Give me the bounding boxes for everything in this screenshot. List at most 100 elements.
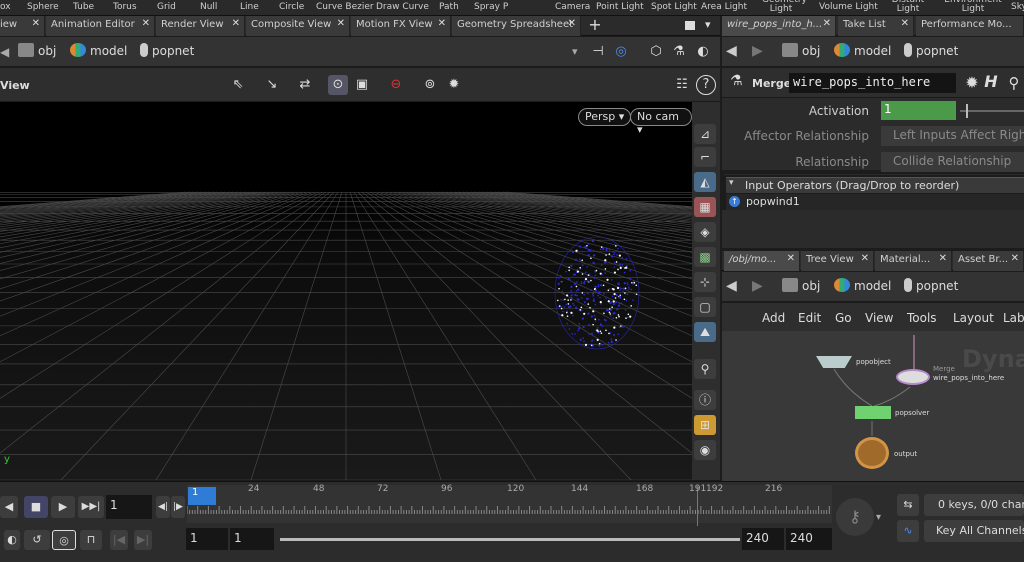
- shelf-light-spot[interactable]: Spot Light: [651, 2, 697, 12]
- shelf-tool-curve-bezier[interactable]: Curve Bezier: [316, 2, 374, 12]
- range-icon[interactable]: ⊓: [80, 530, 102, 550]
- point-display-icon[interactable]: ⊹: [694, 272, 716, 292]
- flipbook-icon[interactable]: ⊚: [420, 75, 440, 95]
- shelf-light-area[interactable]: Area Light: [701, 2, 747, 12]
- stop-button[interactable]: ■: [24, 496, 48, 518]
- lasso-icon[interactable]: ⊿: [694, 124, 716, 144]
- gear-icon[interactable]: ✹: [962, 73, 982, 93]
- handle-tool-icon[interactable]: ⇄: [295, 75, 315, 95]
- start-frame-field[interactable]: 1: [186, 528, 228, 550]
- channel-list-icon[interactable]: ⇆: [897, 494, 919, 516]
- step-back-button[interactable]: ◀|: [156, 496, 170, 518]
- pin-location-icon[interactable]: ⚲: [694, 359, 716, 379]
- background-image-icon[interactable]: ⛰: [694, 322, 716, 342]
- shelf-tool-line[interactable]: Line: [240, 2, 259, 12]
- input-operator-row[interactable]: ↑ popwind1: [726, 194, 1024, 210]
- tab-render-view[interactable]: Render View ✕: [156, 16, 245, 36]
- close-icon[interactable]: ✕: [32, 18, 40, 29]
- key-all-channels-button[interactable]: Key All Channels: [924, 520, 1024, 542]
- shelf-tool-tube[interactable]: Tube: [73, 2, 94, 12]
- collapse-triangle-icon[interactable]: ▾: [729, 178, 734, 188]
- forward-arrow-icon[interactable]: ▶: [752, 278, 763, 294]
- node-name-input[interactable]: wire_pops_into_here: [789, 73, 956, 93]
- shelf-tool-torus[interactable]: Torus: [113, 2, 137, 12]
- merge-node[interactable]: [896, 369, 930, 385]
- add-tab-icon[interactable]: +: [585, 16, 605, 36]
- playback-end-field[interactable]: 240: [742, 528, 784, 550]
- template-icon[interactable]: ▩: [694, 247, 716, 267]
- breadcrumb-model[interactable]: model: [834, 278, 891, 298]
- forward-arrow-icon[interactable]: ▶: [752, 43, 763, 59]
- breadcrumb-popnet[interactable]: popnet: [140, 43, 194, 63]
- close-icon[interactable]: ✕: [901, 18, 909, 29]
- tab-take-list[interactable]: Take List ✕: [838, 16, 914, 36]
- close-icon[interactable]: ✕: [861, 253, 869, 264]
- close-icon[interactable]: ✕: [1011, 253, 1019, 264]
- pane-menu-icon[interactable]: ▾: [705, 18, 711, 31]
- key-menu-icon[interactable]: ▾: [876, 512, 881, 523]
- safe-area-icon[interactable]: ⊞: [694, 415, 716, 435]
- pin-icon[interactable]: ⊣: [588, 42, 608, 62]
- help-icon[interactable]: ?: [696, 75, 716, 95]
- menu-view[interactable]: View: [865, 311, 893, 325]
- view-tool-icon[interactable]: ↘: [262, 75, 282, 95]
- relationship-field[interactable]: Collide Relationship: [881, 152, 1024, 172]
- layout-icon[interactable]: ☷: [672, 75, 692, 95]
- close-icon[interactable]: ✕: [337, 18, 345, 29]
- breadcrumb-obj[interactable]: obj: [782, 43, 820, 63]
- breadcrumb-model[interactable]: model: [834, 43, 891, 63]
- prev-key-icon[interactable]: |◀: [110, 530, 128, 550]
- tab-geometry-spreadsheet[interactable]: Geometry Spreadsheet ✕: [452, 16, 581, 36]
- activation-field[interactable]: 1: [881, 101, 956, 120]
- shading-icon[interactable]: ⚗: [669, 42, 689, 62]
- back-arrow-icon[interactable]: ◀: [726, 278, 737, 294]
- maximize-pane-icon[interactable]: [685, 21, 695, 30]
- menu-go[interactable]: Go: [835, 311, 852, 325]
- close-icon[interactable]: ✕: [787, 253, 795, 264]
- shelf-tool-grid[interactable]: Grid: [157, 2, 176, 12]
- loop-icon[interactable]: ↺: [24, 530, 50, 550]
- tab-composite-view[interactable]: Composite View ✕: [246, 16, 350, 36]
- stop-render-icon[interactable]: ⊖: [386, 75, 406, 95]
- end-frame-field[interactable]: 240: [786, 528, 832, 550]
- shelf-tool-spray-paint[interactable]: Spray P: [474, 2, 508, 12]
- ghost-icon[interactable]: ◈: [694, 222, 716, 242]
- play-reverse-button[interactable]: ◀: [0, 496, 18, 518]
- realtime-icon[interactable]: ◐: [4, 530, 20, 550]
- activation-slider-handle[interactable]: [966, 104, 968, 118]
- back-arrow-icon[interactable]: ◀: [0, 45, 9, 59]
- shelf-tool-sphere[interactable]: Sphere: [27, 2, 59, 12]
- construction-plane-icon[interactable]: ⌐: [694, 147, 716, 167]
- tab-performance-monitor[interactable]: Performance Mo...: [916, 16, 1024, 36]
- breadcrumb-popnet[interactable]: popnet: [904, 278, 958, 298]
- affector-field[interactable]: Left Inputs Affect Right Inp: [881, 126, 1024, 146]
- tab-asset-browser[interactable]: Asset Br... ✕: [953, 251, 1024, 271]
- display-options-icon[interactable]: ✹: [444, 75, 464, 95]
- link-icon[interactable]: ◎: [611, 42, 631, 62]
- shelf-tool-box[interactable]: ox: [0, 2, 11, 12]
- lights-icon[interactable]: ◐: [693, 42, 713, 62]
- shelf-tool-null[interactable]: Null: [200, 2, 217, 12]
- output-node[interactable]: [855, 437, 889, 469]
- step-forward-button[interactable]: |▶: [171, 496, 185, 518]
- menu-tools[interactable]: Tools: [907, 311, 937, 325]
- popsolver-node[interactable]: [855, 406, 891, 419]
- tab-motion-fx-view[interactable]: Motion FX View ✕: [351, 16, 451, 36]
- shelf-light-environment[interactable]: Environment Light: [942, 0, 1004, 14]
- wireframe-icon[interactable]: ▢: [694, 297, 716, 317]
- close-icon[interactable]: ✕: [568, 18, 576, 29]
- shelf-light-volume[interactable]: Volume Light: [819, 2, 878, 12]
- close-icon[interactable]: ✕: [232, 18, 240, 29]
- visibility-eye-icon[interactable]: ◉: [694, 440, 716, 460]
- shelf-tool-circle[interactable]: Circle: [279, 2, 304, 12]
- texture-icon[interactable]: ▦: [694, 197, 716, 217]
- keys-status-button[interactable]: 0 keys, 0/0 chann: [924, 494, 1024, 516]
- curve-icon[interactable]: ∿: [897, 520, 919, 542]
- menu-layout[interactable]: Layout: [953, 311, 994, 325]
- audio-icon[interactable]: ◎: [52, 530, 76, 550]
- camera-tool-icon[interactable]: ⊙: [328, 75, 348, 95]
- close-icon[interactable]: ✕: [939, 253, 947, 264]
- current-frame-field[interactable]: 1: [106, 495, 152, 519]
- activation-slider[interactable]: [960, 110, 1024, 112]
- menu-labs[interactable]: Lab: [1003, 311, 1024, 325]
